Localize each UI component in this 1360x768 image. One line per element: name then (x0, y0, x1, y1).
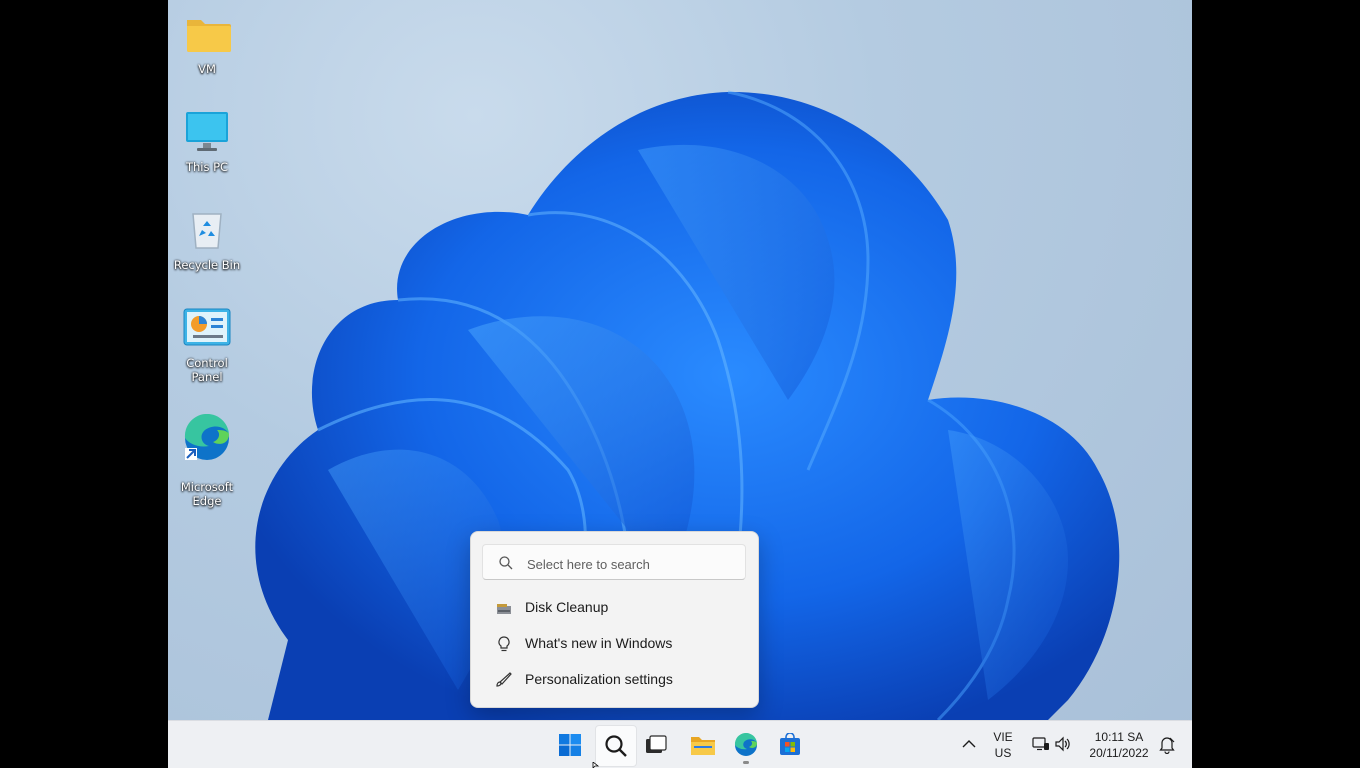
desktop-icon-recycle-bin[interactable]: Recycle Bin (170, 206, 244, 272)
flyout-item-whats-new[interactable]: What's new in Windows (483, 628, 745, 660)
desktop-icon-edge[interactable]: Microsoft Edge (170, 400, 244, 508)
edge-icon (734, 733, 757, 756)
time-label: 10:11 SA (1094, 730, 1144, 744)
search-box[interactable] (482, 544, 746, 580)
flyout-item-personalization[interactable]: Personalization settings (483, 664, 745, 696)
flyout-item-label: Personalization settings (525, 671, 673, 687)
desktop-icon-label: Recycle Bin (173, 258, 241, 272)
network-icon[interactable] (1032, 736, 1050, 752)
volume-icon[interactable] (1054, 736, 1072, 752)
edge-icon (183, 414, 231, 462)
desktop-icon-control-panel[interactable]: Control Panel (170, 304, 244, 384)
search-icon (499, 556, 513, 570)
recycle-bin-icon (183, 206, 231, 254)
system-tray: VIE US 10:11 SA 20/11/2022 (948, 721, 1192, 768)
notification-bell-icon[interactable] (1158, 736, 1176, 754)
lightbulb-icon (498, 636, 510, 652)
task-view-button[interactable] (636, 725, 676, 765)
taskbar: VIE US 10:11 SA 20/11/2022 (168, 720, 1192, 768)
keyboard-label: US (994, 746, 1012, 760)
flyout-item-label: Disk Cleanup (525, 599, 609, 615)
monitor-icon (183, 108, 231, 156)
disk-cleanup-icon (497, 604, 511, 614)
search-icon (605, 735, 627, 757)
folder-icon (183, 10, 231, 58)
desktop-icon-this-pc[interactable]: This PC (170, 108, 244, 174)
start-button[interactable] (550, 725, 590, 765)
desktop-icon-vm[interactable]: VM (170, 10, 244, 76)
language-indicator[interactable]: VIE US (988, 729, 1018, 761)
control-panel-icon (183, 304, 231, 352)
chevron-up-icon[interactable] (962, 739, 976, 749)
mouse-cursor-icon (592, 762, 600, 768)
running-indicator (743, 761, 749, 764)
store-button[interactable] (770, 725, 810, 765)
flyout-item-disk-cleanup[interactable]: Disk Cleanup (483, 592, 745, 624)
date-label: 20/11/2022 (1089, 746, 1149, 760)
start-icon (559, 734, 581, 756)
clock[interactable]: 10:11 SA 20/11/2022 (1086, 729, 1152, 761)
search-input[interactable] (525, 553, 739, 575)
language-label: VIE (993, 730, 1013, 744)
desktop: VM This PC Recycle Bin Control Panel Mic… (168, 0, 1192, 768)
flyout-item-label: What's new in Windows (525, 635, 673, 651)
desktop-icon-label: Control Panel (186, 356, 228, 384)
file-explorer-button[interactable] (682, 725, 722, 765)
search-flyout: Disk Cleanup What's new in Windows Perso… (470, 531, 759, 708)
edge-taskbar-button[interactable] (726, 725, 766, 765)
desktop-icon-label: Microsoft Edge (180, 480, 234, 508)
file-explorer-icon (691, 737, 715, 755)
search-button[interactable] (595, 725, 637, 767)
task-view-icon (646, 735, 667, 753)
desktop-icon-label: VM (198, 62, 216, 76)
store-icon (780, 733, 800, 755)
brush-icon (496, 672, 512, 687)
desktop-icon-label: This PC (185, 160, 229, 174)
